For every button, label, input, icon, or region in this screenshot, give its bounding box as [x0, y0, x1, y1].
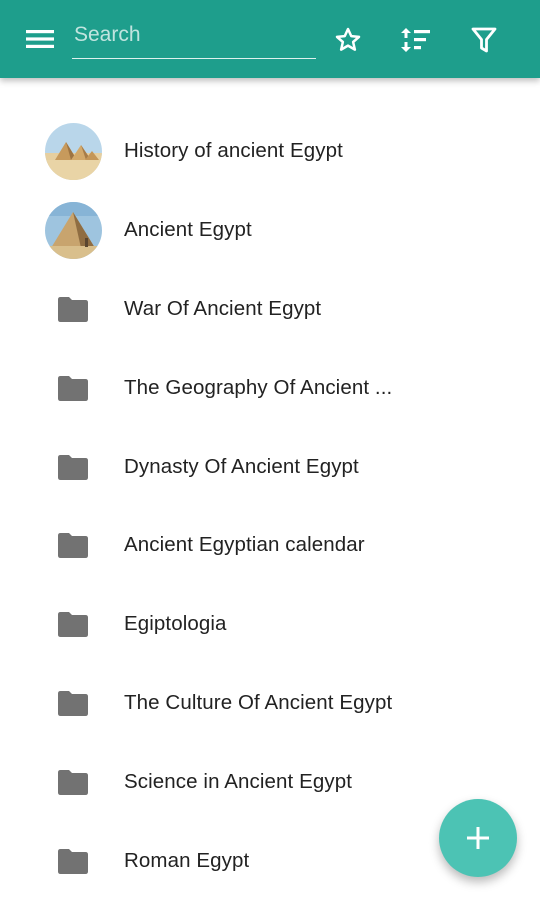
list-item[interactable]: History of ancient Egypt	[0, 112, 540, 191]
folder-icon	[58, 296, 88, 322]
list-item-label: The Culture Of Ancient Egypt	[124, 691, 393, 715]
folder-icon	[58, 454, 88, 480]
pyramid-photo-icon	[45, 201, 102, 259]
list-item[interactable]: The Geography Of Ancient ...	[0, 349, 540, 428]
menu-button[interactable]	[16, 15, 64, 63]
list-item-label: Roman Egypt	[124, 849, 250, 873]
list-item-label: War Of Ancient Egypt	[124, 296, 322, 320]
list-item[interactable]: The Culture Of Ancient Egypt	[0, 664, 540, 743]
filter-button[interactable]	[460, 16, 508, 64]
folder-icon	[58, 691, 88, 717]
folder-icon	[58, 612, 88, 638]
menu-icon	[26, 30, 54, 48]
list-item[interactable]: Ancient Egypt	[0, 191, 540, 270]
list-item[interactable]: War Of Ancient Egypt	[0, 270, 540, 349]
pyramids-image-icon	[45, 123, 102, 180]
list-item-label: The Geography Of Ancient ...	[124, 375, 393, 399]
list-item[interactable]: Dynasty Of Ancient Egypt	[0, 428, 540, 507]
favorites-button[interactable]	[324, 16, 372, 64]
star-outline-icon	[335, 27, 361, 51]
list-item-label: Ancient Egyptian calendar	[124, 533, 365, 557]
search-field	[72, 16, 316, 59]
list-item[interactable]: Ancient Egyptian calendar	[0, 506, 540, 585]
folder-icon	[58, 533, 88, 559]
list-item-label: Egiptologia	[124, 612, 227, 636]
list-item[interactable]: Egiptologia	[0, 585, 540, 664]
folder-icon	[58, 375, 88, 401]
category-list: History of ancient Egypt Ancient Egypt W…	[0, 112, 540, 900]
plus-icon	[467, 827, 489, 849]
search-input[interactable]	[72, 18, 316, 52]
add-button[interactable]	[439, 799, 517, 877]
app-screen: History of ancient Egypt Ancient Egypt W…	[0, 0, 540, 900]
list-item-label: Science in Ancient Egypt	[124, 770, 353, 794]
folder-icon	[58, 849, 88, 875]
sort-button[interactable]	[392, 16, 440, 64]
sort-icon	[401, 28, 430, 52]
list-item-label: Dynasty Of Ancient Egypt	[124, 454, 359, 478]
folder-icon	[58, 770, 88, 796]
toolbar	[0, 0, 540, 78]
filter-icon	[471, 27, 497, 53]
list-item-label: History of ancient Egypt	[124, 139, 343, 162]
list-item-label: Ancient Egypt	[124, 217, 252, 241]
